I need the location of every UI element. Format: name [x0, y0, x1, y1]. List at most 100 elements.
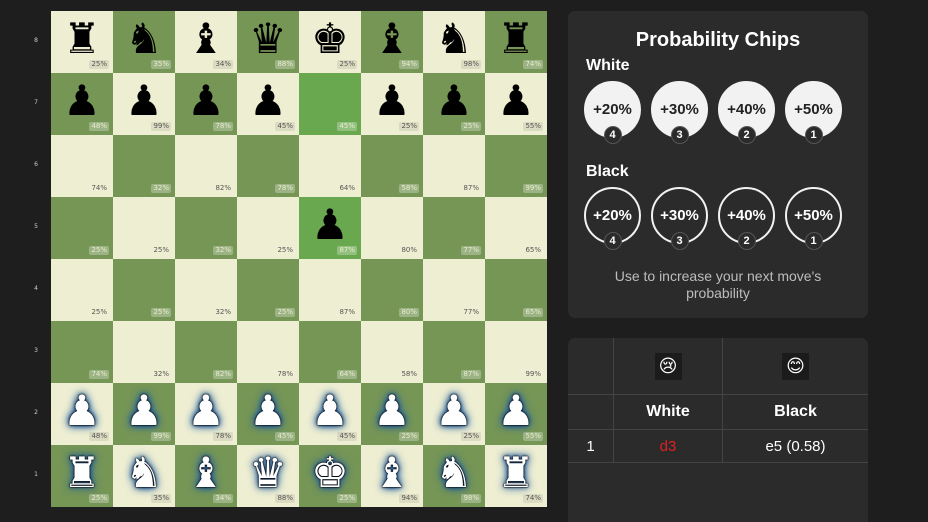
white-chip-plus-50[interactable]: +50% 1 — [785, 81, 842, 144]
square-c2[interactable]: ♟ 78% — [175, 383, 237, 445]
square-a5[interactable]: 25% — [51, 197, 113, 259]
white-piece-icon[interactable]: ♟ — [485, 383, 547, 438]
black-chip-plus-30[interactable]: +30% 3 — [651, 187, 708, 250]
white-piece-icon[interactable]: ♟ — [51, 383, 113, 438]
black-piece-icon[interactable]: ♚ — [299, 11, 361, 66]
black-piece-icon[interactable]: ♜ — [51, 11, 113, 66]
square-g1[interactable]: ♞ 98% — [423, 445, 485, 507]
square-g7[interactable]: ♟ 25% — [423, 73, 485, 135]
square-g2[interactable]: ♟ 25% — [423, 383, 485, 445]
square-e7[interactable]: 45% — [299, 73, 361, 135]
square-b1[interactable]: ♞ 35% — [113, 445, 175, 507]
white-chip-plus-40[interactable]: +40% 2 — [718, 81, 775, 144]
square-c5[interactable]: 32% — [175, 197, 237, 259]
square-h2[interactable]: ♟ 55% — [485, 383, 547, 445]
black-piece-icon[interactable]: ♟ — [113, 73, 175, 128]
square-a2[interactable]: ♟ 48% — [51, 383, 113, 445]
square-f8[interactable]: ♝ 94% — [361, 11, 423, 73]
square-e8[interactable]: ♚ 25% — [299, 11, 361, 73]
square-a3[interactable]: 74% — [51, 321, 113, 383]
square-b2[interactable]: ♟ 99% — [113, 383, 175, 445]
white-piece-icon[interactable]: ♝ — [361, 445, 423, 500]
square-d8[interactable]: ♛ 88% — [237, 11, 299, 73]
white-piece-icon[interactable]: ♟ — [175, 383, 237, 438]
black-chip-plus-20[interactable]: +20% 4 — [584, 187, 641, 250]
chess-board[interactable]: ♜ 25% ♞ 35% ♝ 34% ♛ 88% ♚ 25% ♝ 94% ♞ 98% ♜ 74% ♟ 48% ♟ 99%… — [51, 11, 547, 507]
square-d7[interactable]: ♟ 45% — [237, 73, 299, 135]
white-piece-icon[interactable]: ♟ — [423, 383, 485, 438]
square-d5[interactable]: 25% — [237, 197, 299, 259]
square-g3[interactable]: 87% — [423, 321, 485, 383]
black-piece-icon[interactable]: ♟ — [299, 197, 361, 252]
white-piece-icon[interactable]: ♚ — [299, 445, 361, 500]
square-a6[interactable]: 74% — [51, 135, 113, 197]
white-piece-icon[interactable]: ♟ — [361, 383, 423, 438]
square-h1[interactable]: ♜ 74% — [485, 445, 547, 507]
square-d6[interactable]: 78% — [237, 135, 299, 197]
square-f7[interactable]: ♟ 25% — [361, 73, 423, 135]
square-e6[interactable]: 64% — [299, 135, 361, 197]
white-piece-icon[interactable]: ♞ — [113, 445, 175, 500]
white-piece-icon[interactable]: ♝ — [175, 445, 237, 500]
square-h5[interactable]: 65% — [485, 197, 547, 259]
square-c3[interactable]: 82% — [175, 321, 237, 383]
square-c6[interactable]: 82% — [175, 135, 237, 197]
square-b8[interactable]: ♞ 35% — [113, 11, 175, 73]
square-c8[interactable]: ♝ 34% — [175, 11, 237, 73]
square-h7[interactable]: ♟ 55% — [485, 73, 547, 135]
square-g5[interactable]: 77% — [423, 197, 485, 259]
black-piece-icon[interactable]: ♟ — [237, 73, 299, 128]
square-e4[interactable]: 87% — [299, 259, 361, 321]
square-f1[interactable]: ♝ 94% — [361, 445, 423, 507]
white-piece-icon[interactable]: ♛ — [237, 445, 299, 500]
black-piece-icon[interactable]: ♝ — [175, 11, 237, 66]
square-b3[interactable]: 32% — [113, 321, 175, 383]
square-f6[interactable]: 58% — [361, 135, 423, 197]
black-piece-icon[interactable]: ♜ — [485, 11, 547, 66]
square-f3[interactable]: 58% — [361, 321, 423, 383]
square-d3[interactable]: 78% — [237, 321, 299, 383]
square-b5[interactable]: 25% — [113, 197, 175, 259]
square-d2[interactable]: ♟ 45% — [237, 383, 299, 445]
white-piece-icon[interactable]: ♟ — [113, 383, 175, 438]
square-h3[interactable]: 99% — [485, 321, 547, 383]
black-piece-icon[interactable]: ♟ — [361, 73, 423, 128]
square-g6[interactable]: 87% — [423, 135, 485, 197]
square-b7[interactable]: ♟ 99% — [113, 73, 175, 135]
black-chip-plus-50[interactable]: +50% 1 — [785, 187, 842, 250]
black-piece-icon[interactable]: ♞ — [113, 11, 175, 66]
square-e2[interactable]: ♟ 45% — [299, 383, 361, 445]
black-piece-icon[interactable]: ♞ — [423, 11, 485, 66]
square-f2[interactable]: ♟ 25% — [361, 383, 423, 445]
square-g8[interactable]: ♞ 98% — [423, 11, 485, 73]
square-g4[interactable]: 77% — [423, 259, 485, 321]
white-piece-icon[interactable]: ♞ — [423, 445, 485, 500]
square-a4[interactable]: 25% — [51, 259, 113, 321]
black-piece-icon[interactable]: ♟ — [175, 73, 237, 128]
black-chip-plus-40[interactable]: +40% 2 — [718, 187, 775, 250]
square-h6[interactable]: 99% — [485, 135, 547, 197]
square-d1[interactable]: ♛ 88% — [237, 445, 299, 507]
white-piece-icon[interactable]: ♟ — [299, 383, 361, 438]
black-piece-icon[interactable]: ♟ — [485, 73, 547, 128]
square-c4[interactable]: 32% — [175, 259, 237, 321]
square-d4[interactable]: 25% — [237, 259, 299, 321]
square-a7[interactable]: ♟ 48% — [51, 73, 113, 135]
white-piece-icon[interactable]: ♟ — [237, 383, 299, 438]
square-e3[interactable]: 64% — [299, 321, 361, 383]
white-piece-icon[interactable]: ♜ — [485, 445, 547, 500]
square-h4[interactable]: 65% — [485, 259, 547, 321]
black-piece-icon[interactable]: ♝ — [361, 11, 423, 66]
black-piece-icon[interactable]: ♟ — [423, 73, 485, 128]
square-h8[interactable]: ♜ 74% — [485, 11, 547, 73]
square-e5[interactable]: ♟ 87% — [299, 197, 361, 259]
square-a1[interactable]: ♜ 25% — [51, 445, 113, 507]
square-f4[interactable]: 80% — [361, 259, 423, 321]
white-chip-plus-20[interactable]: +20% 4 — [584, 81, 641, 144]
square-f5[interactable]: 80% — [361, 197, 423, 259]
square-b4[interactable]: 25% — [113, 259, 175, 321]
white-piece-icon[interactable]: ♜ — [51, 445, 113, 500]
square-c7[interactable]: ♟ 78% — [175, 73, 237, 135]
square-b6[interactable]: 32% — [113, 135, 175, 197]
white-chip-plus-30[interactable]: +30% 3 — [651, 81, 708, 144]
